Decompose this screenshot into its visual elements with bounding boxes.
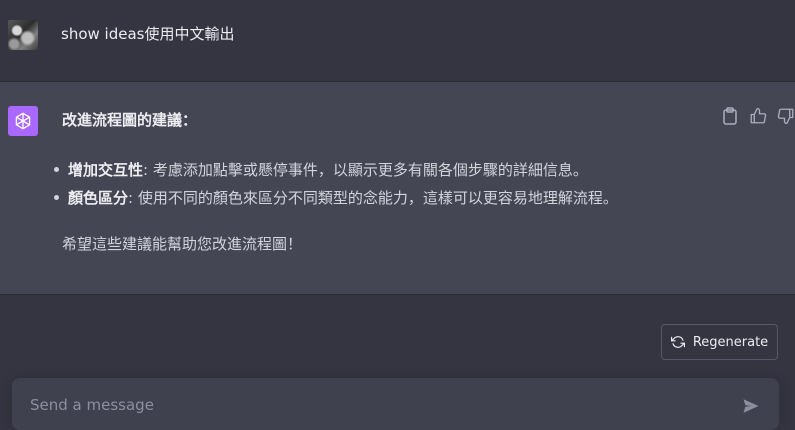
send-icon	[743, 399, 759, 413]
thumbs-down-icon	[777, 108, 794, 125]
list-item: 增加交互性: 考慮添加點擊或懸停事件，以顯示更多有關各個步驟的詳細信息。	[52, 156, 618, 184]
list-item-body: : 使用不同的顏色來區分不同類型的念能力，這樣可以更容易地理解流程。	[128, 189, 618, 207]
refresh-icon	[670, 336, 685, 348]
thumbs-up-button[interactable]	[749, 106, 767, 126]
openai-logo-icon	[15, 112, 31, 130]
thumbs-down-button[interactable]	[777, 106, 795, 126]
thumbs-up-icon	[750, 107, 767, 124]
user-message-row: show ideas使用中文輸出	[0, 0, 795, 82]
list-item-title: 增加交互性	[68, 161, 144, 179]
bullet-dot	[54, 167, 59, 172]
suggestion-list: 增加交互性: 考慮添加點擊或懸停事件，以顯示更多有關各個步驟的詳細信息。 顏色區…	[52, 156, 618, 212]
list-item-title: 顏色區分	[68, 189, 129, 207]
list-item-body: : 考慮添加點擊或懸停事件，以顯示更多有關各個步驟的詳細信息。	[143, 161, 588, 179]
send-button[interactable]	[740, 396, 762, 416]
bullet-dot	[54, 195, 59, 200]
assistant-heading: 改進流程圖的建議：	[62, 111, 198, 129]
user-message-text: show ideas使用中文輸出	[61, 25, 235, 43]
list-item: 顏色區分: 使用不同的顏色來區分不同類型的念能力，這樣可以更容易地理解流程。	[52, 184, 618, 212]
regenerate-label: Regenerate	[692, 334, 769, 350]
assistant-message-row: 改進流程圖的建議： 增加交互性: 考慮添加點擊或懸停事件，以顯示更多有關各個步驟…	[0, 82, 795, 295]
regenerate-button[interactable]: Regenerate	[661, 324, 778, 360]
assistant-closing-text: 希望這些建議能幫助您改進流程圖！	[62, 235, 303, 253]
clipboard-icon	[723, 107, 737, 125]
copy-button[interactable]	[721, 106, 739, 126]
message-composer	[12, 378, 779, 430]
assistant-avatar	[8, 106, 38, 136]
message-actions	[721, 106, 795, 126]
user-avatar	[8, 20, 38, 50]
message-input[interactable]	[28, 392, 722, 418]
